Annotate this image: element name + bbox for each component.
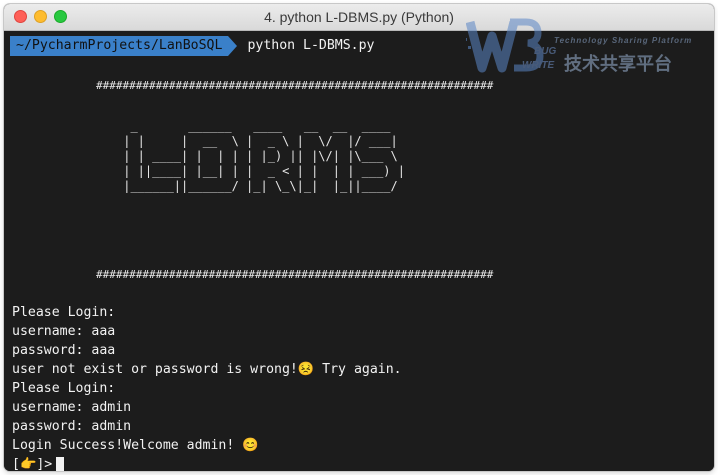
output-line: user not exist or password is wrong!😣 Tr… [12, 362, 402, 377]
ascii-art-logo: _ ______ ____ __ __ ____ | | | __ \ | _ … [123, 119, 405, 193]
output-line: password: admin [12, 419, 132, 434]
output-line: password: aaa [12, 343, 116, 358]
output-line: Please Login: [12, 381, 116, 396]
prompt-arrow-icon [228, 36, 238, 56]
title-bar[interactable]: 4. python L-DBMS.py (Python) [4, 4, 714, 31]
output-line: Login Success!Welcome admin! 😊 [12, 438, 259, 453]
terminal-content[interactable]: ~/PycharmProjects/LanBoSQL python L-DBMS… [4, 31, 714, 471]
prompt-path: ~/PycharmProjects/LanBoSQL [10, 36, 229, 56]
output-line: username: admin [12, 400, 132, 415]
window-title: 4. python L-DBMS.py (Python) [264, 9, 454, 25]
banner-bottom-border: ########################################… [96, 268, 494, 281]
terminal-window: 4. python L-DBMS.py (Python) ~/PycharmPr… [4, 4, 714, 471]
text-cursor [56, 456, 65, 471]
output-line: username: aaa [12, 324, 116, 339]
terminal-output: Please Login: username: aaa password: aa… [12, 303, 402, 471]
banner-top-border: ########################################… [96, 79, 494, 92]
prompt-command: python L-DBMS.py [247, 38, 375, 53]
input-prompt[interactable]: [👉]> [12, 455, 402, 471]
output-line: Please Login: [12, 305, 116, 320]
shell-prompt: ~/PycharmProjects/LanBoSQL python L-DBMS… [10, 36, 374, 56]
input-prompt-label: [👉]> [12, 457, 53, 471]
